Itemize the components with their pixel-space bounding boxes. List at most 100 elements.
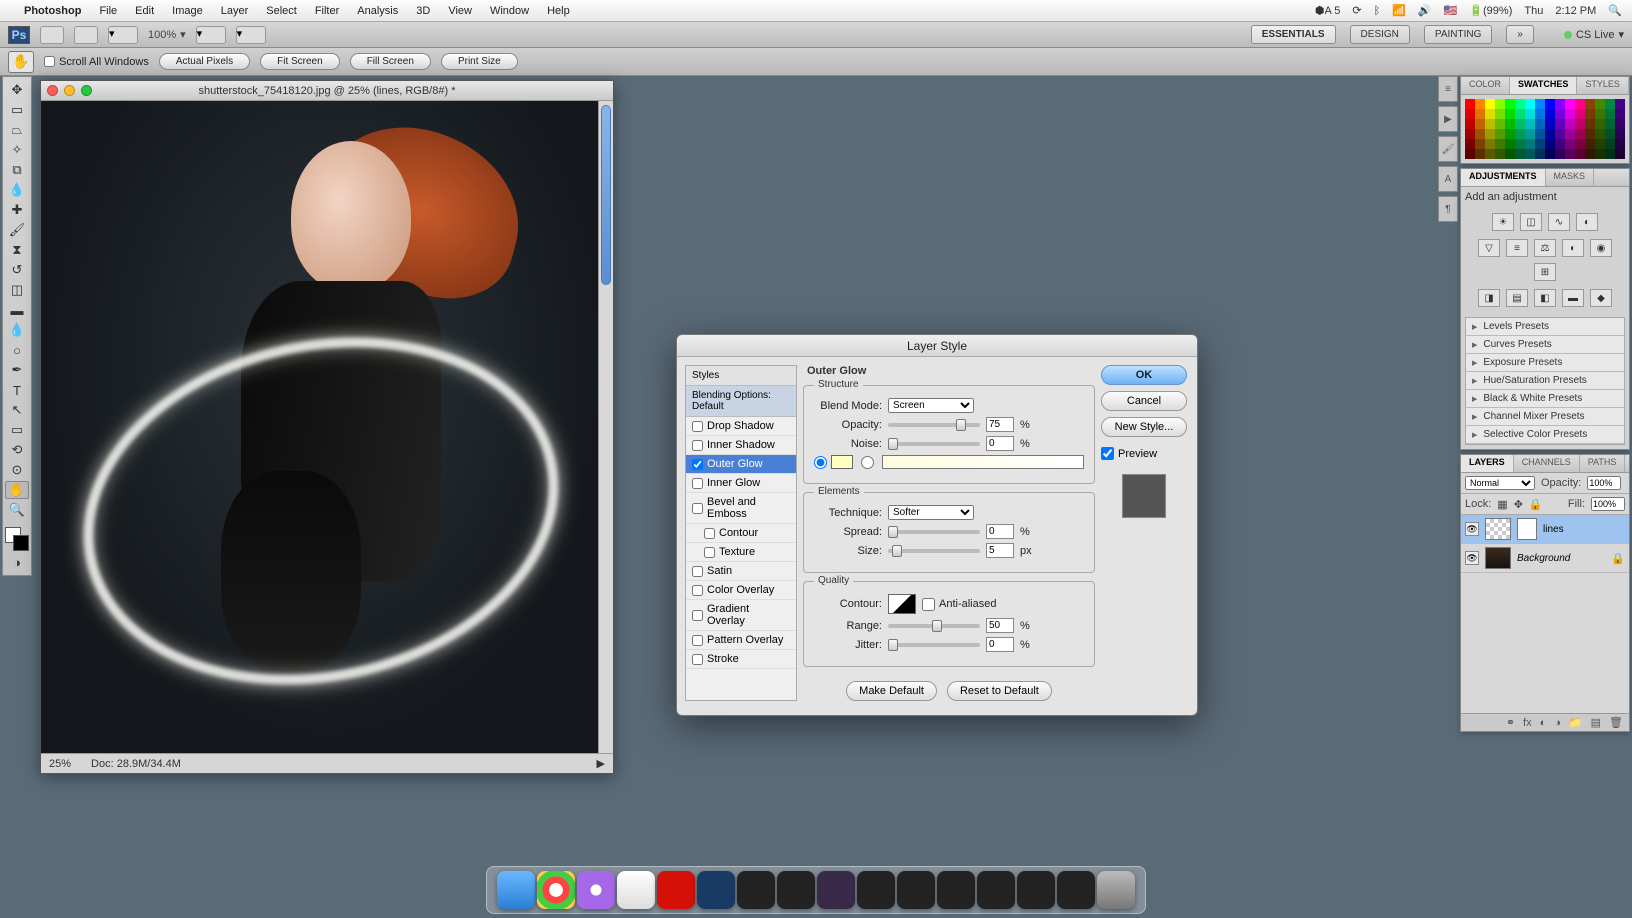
style-contour[interactable]: Contour: [686, 524, 796, 543]
doc-info[interactable]: Doc: 28.9M/34.4M: [91, 758, 181, 770]
dock-app-icon[interactable]: [737, 871, 775, 909]
volume-icon[interactable]: 🔊: [1418, 4, 1432, 17]
lock-position-icon[interactable]: ✥: [1514, 498, 1523, 511]
fill-screen-button[interactable]: Fill Screen: [350, 53, 431, 70]
marquee-tool[interactable]: ▭: [5, 101, 29, 119]
swatch-grid[interactable]: [1465, 99, 1625, 159]
brush-panel-icon[interactable]: 🖌: [1438, 136, 1458, 162]
noise-slider[interactable]: [888, 442, 980, 446]
menu-edit[interactable]: Edit: [135, 5, 154, 17]
size-slider[interactable]: [888, 549, 980, 553]
solid-color-radio[interactable]: [814, 455, 853, 469]
threshold-icon[interactable]: ◧: [1534, 289, 1556, 307]
workspace-painting[interactable]: PAINTING: [1424, 25, 1492, 44]
blending-options[interactable]: Blending Options: Default: [686, 386, 796, 417]
new-style-button[interactable]: New Style...: [1101, 417, 1187, 437]
history-panel-icon[interactable]: ≡: [1438, 76, 1458, 102]
move-tool[interactable]: ✥: [5, 81, 29, 99]
sync-icon[interactable]: ⟳: [1352, 4, 1361, 17]
dock-chrome-icon[interactable]: [537, 871, 575, 909]
mask-icon[interactable]: ◐: [1540, 717, 1547, 729]
blend-mode-select[interactable]: Normal: [1465, 476, 1535, 490]
levels-icon[interactable]: ◫: [1520, 213, 1542, 231]
menu-3d[interactable]: 3D: [416, 5, 430, 17]
style-inner-shadow[interactable]: Inner Shadow: [686, 436, 796, 455]
flag-icon[interactable]: 🇺🇸: [1444, 4, 1458, 17]
technique-select[interactable]: Softer: [888, 505, 974, 520]
quickmask-button[interactable]: ◑: [5, 553, 29, 571]
dock-finder-icon[interactable]: [497, 871, 535, 909]
noise-field[interactable]: [986, 436, 1014, 451]
style-inner-glow[interactable]: Inner Glow: [686, 474, 796, 493]
reset-default-button[interactable]: Reset to Default: [947, 681, 1052, 701]
link-icon[interactable]: ⚭: [1506, 716, 1515, 729]
menu-window[interactable]: Window: [490, 5, 529, 17]
spread-slider[interactable]: [888, 530, 980, 534]
type-tool[interactable]: T: [5, 381, 29, 399]
menu-analysis[interactable]: Analysis: [357, 5, 398, 17]
workspace-design[interactable]: DESIGN: [1350, 25, 1410, 44]
brightness-icon[interactable]: ☀: [1492, 213, 1514, 231]
trash-icon[interactable]: 🗑: [1609, 716, 1623, 729]
3d-camera-tool[interactable]: ⊙: [5, 461, 29, 479]
hand-tool-icon[interactable]: ✋: [8, 51, 34, 73]
tab-layers[interactable]: LAYERS: [1461, 455, 1514, 472]
style-drop-shadow[interactable]: Drop Shadow: [686, 417, 796, 436]
tab-swatches[interactable]: SWATCHES: [1510, 77, 1577, 94]
contour-picker[interactable]: [888, 594, 916, 614]
zoom-readout[interactable]: 25%: [49, 758, 71, 770]
menu-help[interactable]: Help: [547, 5, 570, 17]
dock-photoshop-icon[interactable]: [697, 871, 735, 909]
wand-tool[interactable]: ✧: [5, 141, 29, 159]
eraser-tool[interactable]: ◫: [5, 281, 29, 299]
screen-mode-button[interactable]: ▾: [236, 26, 266, 44]
zoom-dropdown[interactable]: 100% ▾: [148, 28, 186, 41]
fit-screen-button[interactable]: Fit Screen: [260, 53, 340, 70]
jitter-field[interactable]: [986, 637, 1014, 652]
selective-icon[interactable]: ◆: [1590, 289, 1612, 307]
fill-field[interactable]: [1591, 497, 1625, 511]
dock-trash-icon[interactable]: [1097, 871, 1135, 909]
opacity-slider[interactable]: [888, 423, 980, 427]
lock-all-icon[interactable]: 🔒: [1529, 498, 1543, 511]
tab-paths[interactable]: PATHS: [1580, 455, 1626, 472]
hue-icon[interactable]: ≡: [1506, 239, 1528, 257]
adobe-updater-icon[interactable]: ⬢ A 5: [1315, 4, 1341, 17]
pen-tool[interactable]: ✒: [5, 361, 29, 379]
history-brush-tool[interactable]: ↺: [5, 261, 29, 279]
stamp-tool[interactable]: ⧗: [5, 241, 29, 259]
gradmap-icon[interactable]: ▬: [1562, 289, 1584, 307]
fx-icon[interactable]: fx: [1523, 717, 1532, 729]
gradient-tool[interactable]: ▬: [5, 301, 29, 319]
style-texture[interactable]: Texture: [686, 543, 796, 562]
bluetooth-icon[interactable]: ᛒ: [1374, 5, 1381, 17]
workspace-more[interactable]: »: [1506, 25, 1534, 44]
zoom-tool[interactable]: 🔍: [5, 501, 29, 519]
view-extras-button[interactable]: ▾: [108, 26, 138, 44]
app-name[interactable]: Photoshop: [24, 5, 81, 17]
scroll-all-checkbox[interactable]: Scroll All Windows: [44, 56, 149, 68]
actual-pixels-button[interactable]: Actual Pixels: [159, 53, 250, 70]
preset-exposure[interactable]: Exposure Presets: [1466, 354, 1624, 372]
workspace-essentials[interactable]: ESSENTIALS: [1251, 25, 1336, 44]
blur-tool[interactable]: 💧: [5, 321, 29, 339]
dock-app-icon[interactable]: [857, 871, 895, 909]
anti-aliased-checkbox[interactable]: Anti-aliased: [922, 598, 996, 611]
style-stroke[interactable]: Stroke: [686, 650, 796, 669]
heal-tool[interactable]: ✚: [5, 201, 29, 219]
brush-tool[interactable]: 🖌: [5, 221, 29, 239]
blend-mode-select[interactable]: Screen: [888, 398, 974, 413]
dock-app-icon[interactable]: [777, 871, 815, 909]
tab-adjustments[interactable]: ADJUSTMENTS: [1461, 169, 1546, 186]
path-tool[interactable]: ↖: [5, 401, 29, 419]
new-layer-icon[interactable]: ▤: [1591, 716, 1601, 729]
dock-lastfm-icon[interactable]: [657, 871, 695, 909]
range-slider[interactable]: [888, 624, 980, 628]
dock-app-icon[interactable]: [897, 871, 935, 909]
size-field[interactable]: [986, 543, 1014, 558]
layer-row-lines[interactable]: 👁 lines: [1461, 515, 1629, 544]
dock-ical-icon[interactable]: [617, 871, 655, 909]
menu-image[interactable]: Image: [172, 5, 203, 17]
color-swatches[interactable]: [5, 527, 29, 551]
bw-icon[interactable]: ◐: [1562, 239, 1584, 257]
